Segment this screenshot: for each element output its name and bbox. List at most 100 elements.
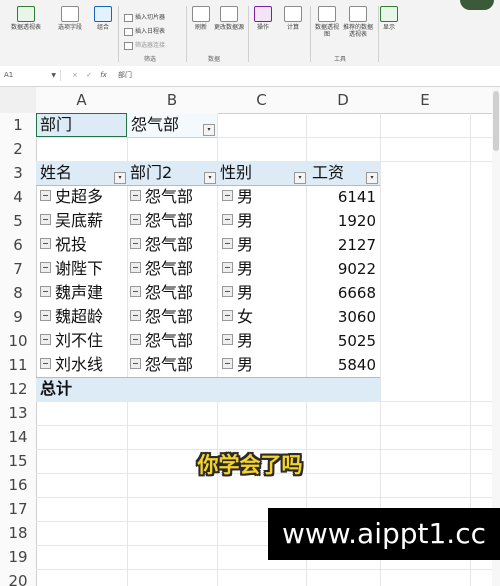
collapse-icon[interactable]	[40, 214, 51, 225]
row-header[interactable]: 14	[0, 425, 37, 449]
collapse-icon[interactable]	[222, 334, 233, 345]
insert-slicer-button[interactable]: 插入切片器	[124, 12, 165, 22]
row-header[interactable]: 1	[0, 113, 37, 137]
pivot-cell-gender[interactable]: 男	[222, 233, 253, 257]
pivot-cell-salary[interactable]: 6141	[306, 185, 376, 209]
user-avatar[interactable]	[460, 0, 494, 10]
pivot-cell-dept[interactable]: 怨气部	[130, 209, 193, 233]
name-box[interactable]: A1 ▼	[4, 70, 61, 81]
row-header[interactable]: 2	[0, 137, 37, 161]
column-header-d[interactable]: D	[306, 87, 380, 114]
formula-input[interactable]: 部门	[118, 70, 132, 81]
pivot-cell-dept[interactable]: 怨气部	[130, 281, 193, 305]
pivot-cell-name[interactable]: 吴底薪	[40, 209, 103, 233]
row-header[interactable]: 13	[0, 401, 37, 425]
pivot-cell-salary[interactable]: 6668	[306, 281, 376, 305]
pivot-table-button[interactable]: 数据透视表	[6, 6, 46, 31]
collapse-icon[interactable]	[40, 190, 51, 201]
pivot-cell-gender[interactable]: 男	[222, 257, 253, 281]
pivot-cell-salary[interactable]: 5840	[306, 353, 376, 377]
pivot-cell-name[interactable]: 刘水线	[40, 353, 103, 377]
collapse-icon[interactable]	[222, 262, 233, 273]
pivot-cell-salary[interactable]: 1920	[306, 209, 376, 233]
pivot-cell-dept[interactable]: 怨气部	[130, 257, 193, 281]
field-list-button[interactable]: 选项字段	[52, 6, 88, 31]
refresh-button[interactable]: 刷新	[190, 6, 212, 31]
pivot-chart-button[interactable]: 数据透视图	[314, 6, 340, 38]
row-header[interactable]: 10	[0, 329, 37, 353]
row-header[interactable]: 12	[0, 377, 37, 401]
pivot-cell-name[interactable]: 魏声建	[40, 281, 103, 305]
collapse-icon[interactable]	[40, 310, 51, 321]
select-all-corner[interactable]	[0, 87, 37, 114]
pivot-cell-dept[interactable]: 怨气部	[130, 353, 193, 377]
pivot-cell-dept[interactable]: 怨气部	[130, 329, 193, 353]
row-header[interactable]: 18	[0, 521, 37, 545]
pivot-cell-salary[interactable]: 3060	[306, 305, 376, 329]
row-header[interactable]: 15	[0, 449, 37, 473]
filter-dropdown-icon[interactable]: ▾	[366, 172, 378, 184]
collapse-icon[interactable]	[40, 358, 51, 369]
collapse-icon[interactable]	[130, 334, 141, 345]
pivot-cell-dept[interactable]: 怨气部	[130, 233, 193, 257]
row-header[interactable]: 16	[0, 473, 37, 497]
pivot-cell-salary[interactable]: 2127	[306, 233, 376, 257]
filter-dropdown-icon[interactable]: ▾	[204, 172, 216, 184]
collapse-icon[interactable]	[222, 286, 233, 297]
collapse-icon[interactable]	[222, 190, 233, 201]
pivot-total-label[interactable]: 总计	[40, 377, 72, 401]
pivot-cell-gender[interactable]: 男	[222, 329, 253, 353]
filter-dropdown-icon[interactable]: ▾	[294, 172, 306, 184]
collapse-icon[interactable]	[130, 310, 141, 321]
pivot-cell-gender[interactable]: 男	[222, 353, 253, 377]
filter-dropdown-icon[interactable]: ▾	[114, 172, 126, 184]
collapse-icon[interactable]	[130, 214, 141, 225]
collapse-icon[interactable]	[130, 262, 141, 273]
scrollbar-thumb[interactable]	[493, 91, 499, 151]
pivot-cell-name[interactable]: 祝投	[40, 233, 87, 257]
insert-timeline-button[interactable]: 插入日程表	[124, 26, 165, 36]
collapse-icon[interactable]	[40, 334, 51, 345]
actions-button[interactable]: 操作	[252, 6, 274, 31]
row-header[interactable]: 9	[0, 305, 37, 329]
recommended-pivot-button[interactable]: 推荐的数据透视表	[342, 6, 374, 38]
pivot-cell-name[interactable]: 史超多	[40, 185, 103, 209]
change-source-button[interactable]: 更改数据源	[214, 6, 244, 31]
column-header-a[interactable]: A	[36, 87, 127, 114]
calculate-button[interactable]: 计算	[282, 6, 304, 31]
pivot-cell-name[interactable]: 刘不住	[40, 329, 103, 353]
pivot-cell-dept[interactable]: 怨气部	[130, 185, 193, 209]
collapse-icon[interactable]	[130, 286, 141, 297]
collapse-icon[interactable]	[222, 358, 233, 369]
pivot-cell-gender[interactable]: 男	[222, 281, 253, 305]
group-button[interactable]: 组合	[92, 6, 114, 31]
collapse-icon[interactable]	[40, 262, 51, 273]
collapse-icon[interactable]	[40, 286, 51, 297]
column-header-e[interactable]: E	[380, 87, 470, 114]
show-button[interactable]: 显示	[380, 6, 398, 31]
pivot-header-gender[interactable]: 性别	[220, 161, 252, 185]
collapse-icon[interactable]	[222, 238, 233, 249]
pivot-cell-gender[interactable]: 女	[222, 305, 253, 329]
cancel-icon[interactable]: ×	[72, 71, 81, 79]
collapse-icon[interactable]	[130, 358, 141, 369]
pivot-cell-salary[interactable]: 9022	[306, 257, 376, 281]
pivot-cell-name[interactable]: 谢陛下	[40, 257, 103, 281]
row-header[interactable]: 11	[0, 353, 37, 377]
pivot-cell-salary[interactable]: 5025	[306, 329, 376, 353]
pivot-header-dept[interactable]: 部门2	[130, 161, 172, 185]
pivot-cell-gender[interactable]: 男	[222, 209, 253, 233]
pivot-header-name[interactable]: 姓名	[40, 161, 72, 185]
row-header[interactable]: 19	[0, 545, 37, 569]
collapse-icon[interactable]	[222, 310, 233, 321]
filter-dropdown-icon[interactable]: ▾	[203, 124, 215, 136]
row-header[interactable]: 17	[0, 497, 37, 521]
pivot-header-salary[interactable]: 工资	[312, 161, 344, 185]
row-header[interactable]: 20	[0, 569, 37, 586]
row-header[interactable]: 3	[0, 161, 37, 185]
pivot-cell-gender[interactable]: 男	[222, 185, 253, 209]
collapse-icon[interactable]	[130, 190, 141, 201]
collapse-icon[interactable]	[40, 238, 51, 249]
row-header[interactable]: 4	[0, 185, 37, 209]
row-header[interactable]: 6	[0, 233, 37, 257]
